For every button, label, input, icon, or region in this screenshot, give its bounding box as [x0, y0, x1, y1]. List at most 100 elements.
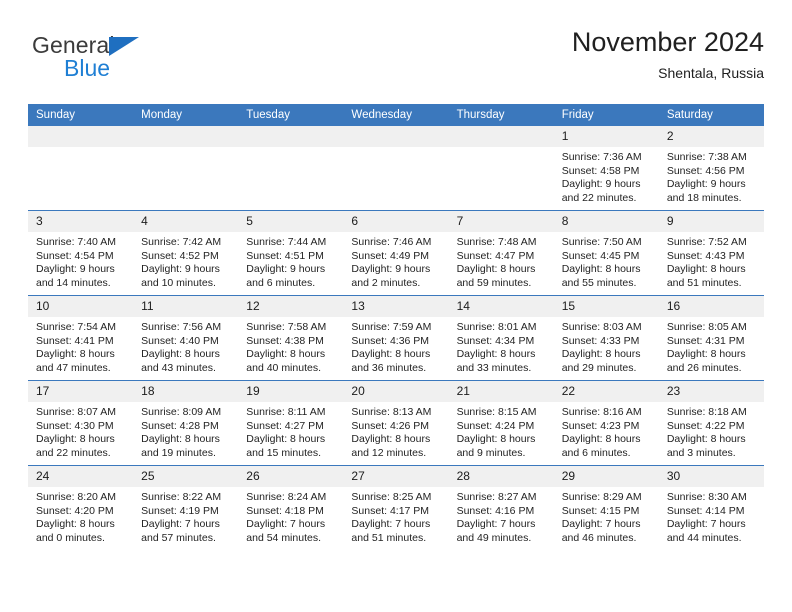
- sun-info: Sunrise: 8:29 AM Sunset: 4:15 PM Daylight:…: [554, 487, 659, 545]
- sun-info: Sunrise: 8:15 AM Sunset: 4:24 PM Daylight:…: [449, 402, 554, 460]
- weekday-header-tuesday: Tuesday: [238, 104, 344, 126]
- sunset-text: Sunset: 4:28 PM: [141, 419, 219, 432]
- daylight-text-line2: and 51 minutes.: [666, 276, 742, 289]
- calendar-day-cell[interactable]: 14 Sunrise: 8:01 AM Sunset: 4:34 PM Dayligh…: [448, 295, 554, 381]
- calendar-day-cell[interactable]: 1 Sunrise: 7:36 AM Sunset: 4:58 PM Daylight…: [553, 126, 659, 211]
- sunrise-text: Sunrise: 8:15 AM: [456, 406, 537, 418]
- day-number: 19: [238, 381, 344, 402]
- sunrise-text: Sunrise: 8:18 AM: [666, 406, 747, 418]
- sunset-text: Sunset: 4:24 PM: [456, 419, 535, 432]
- calendar-day-cell[interactable]: 9 Sunrise: 7:52 AM Sunset: 4:43 PM Daylight…: [658, 210, 764, 296]
- calendar-day-cell[interactable]: 13 Sunrise: 7:59 AM Sunset: 4:36 PM Dayligh…: [343, 295, 449, 381]
- daylight-text-line1: Daylight: 8 hours: [561, 433, 641, 446]
- sunrise-text: Sunrise: 8:22 AM: [141, 491, 222, 503]
- sunrise-text: Sunrise: 7:56 AM: [141, 321, 222, 333]
- daylight-text-line1: Daylight: 8 hours: [561, 263, 641, 276]
- page-subtitle: Shentala, Russia: [658, 65, 764, 81]
- sunrise-text: Sunrise: 7:36 AM: [561, 151, 642, 163]
- daylight-text-line2: and 18 minutes.: [666, 191, 742, 204]
- calendar-day-cell[interactable]: 27 Sunrise: 8:25 AM Sunset: 4:17 PM Dayligh…: [343, 465, 449, 550]
- calendar-day-cell[interactable]: 12 Sunrise: 7:58 AM Sunset: 4:38 PM Dayligh…: [238, 295, 344, 381]
- day-number: [133, 126, 239, 147]
- sunrise-text: Sunrise: 7:59 AM: [351, 321, 432, 333]
- calendar-day-cell[interactable]: 5 Sunrise: 7:44 AM Sunset: 4:51 PM Daylight…: [238, 210, 344, 296]
- daylight-text-line1: Daylight: 9 hours: [246, 263, 326, 276]
- calendar-day-cell[interactable]: 2 Sunrise: 7:38 AM Sunset: 4:56 PM Daylight…: [658, 126, 764, 211]
- daylight-text-line2: and 6 minutes.: [246, 276, 316, 289]
- day-number: 24: [28, 466, 134, 487]
- sunset-text: Sunset: 4:23 PM: [561, 419, 640, 432]
- daylight-text-line2: and 29 minutes.: [561, 361, 637, 374]
- day-number: 13: [343, 296, 449, 317]
- sunset-text: Sunset: 4:19 PM: [141, 504, 219, 517]
- sun-info: Sunrise: 8:18 AM Sunset: 4:22 PM Daylight:…: [659, 402, 764, 460]
- sunset-text: Sunset: 4:20 PM: [36, 504, 114, 517]
- daylight-text-line1: Daylight: 8 hours: [666, 433, 746, 446]
- daylight-text-line2: and 9 minutes.: [456, 446, 526, 459]
- sunset-text: Sunset: 4:45 PM: [561, 249, 640, 262]
- calendar-day-cell[interactable]: 3 Sunrise: 7:40 AM Sunset: 4:54 PM Daylight…: [28, 210, 134, 296]
- calendar-day-cell[interactable]: 17 Sunrise: 8:07 AM Sunset: 4:30 PM Dayligh…: [28, 380, 134, 466]
- calendar-day-cell[interactable]: 7 Sunrise: 7:48 AM Sunset: 4:47 PM Daylight…: [448, 210, 554, 296]
- daylight-text-line2: and 3 minutes.: [666, 446, 736, 459]
- sunset-text: Sunset: 4:31 PM: [666, 334, 745, 347]
- calendar-day-cell[interactable]: 16 Sunrise: 8:05 AM Sunset: 4:31 PM Dayligh…: [658, 295, 764, 381]
- calendar-day-cell[interactable]: 30 Sunrise: 8:30 AM Sunset: 4:14 PM Dayligh…: [658, 465, 764, 550]
- daylight-text-line1: Daylight: 7 hours: [351, 518, 431, 531]
- weekday-header-sunday: Sunday: [28, 104, 134, 126]
- day-number: 20: [343, 381, 449, 402]
- calendar-day-cell[interactable]: 24 Sunrise: 8:20 AM Sunset: 4:20 PM Dayligh…: [28, 465, 134, 550]
- calendar-day-cell[interactable]: 10 Sunrise: 7:54 AM Sunset: 4:41 PM Dayligh…: [28, 295, 134, 381]
- calendar-day-cell[interactable]: 29 Sunrise: 8:29 AM Sunset: 4:15 PM Dayligh…: [553, 465, 659, 550]
- day-number: 17: [28, 381, 134, 402]
- sun-info: Sunrise: 8:05 AM Sunset: 4:31 PM Daylight:…: [659, 317, 764, 375]
- sunrise-text: Sunrise: 7:44 AM: [246, 236, 327, 248]
- calendar-day-cell[interactable]: 19 Sunrise: 8:11 AM Sunset: 4:27 PM Dayligh…: [238, 380, 344, 466]
- calendar-day-cell[interactable]: 25 Sunrise: 8:22 AM Sunset: 4:19 PM Dayligh…: [133, 465, 239, 550]
- sunset-text: Sunset: 4:27 PM: [246, 419, 324, 432]
- daylight-text-line1: Daylight: 9 hours: [561, 178, 641, 191]
- sun-info: Sunrise: 7:42 AM Sunset: 4:52 PM Daylight:…: [133, 232, 238, 290]
- calendar-day-cell[interactable]: 23 Sunrise: 8:18 AM Sunset: 4:22 PM Dayligh…: [658, 380, 764, 466]
- sun-info: Sunrise: 7:59 AM Sunset: 4:36 PM Daylight:…: [343, 317, 448, 375]
- sunset-text: Sunset: 4:30 PM: [36, 419, 114, 432]
- calendar-day-cell[interactable]: 8 Sunrise: 7:50 AM Sunset: 4:45 PM Daylight…: [553, 210, 659, 296]
- calendar-week-row: 24 Sunrise: 8:20 AM Sunset: 4:20 PM Dayligh…: [28, 465, 764, 550]
- daylight-text-line1: Daylight: 9 hours: [36, 263, 115, 276]
- sunrise-text: Sunrise: 8:09 AM: [141, 406, 222, 418]
- sunset-text: Sunset: 4:17 PM: [351, 504, 430, 517]
- calendar-day-cell[interactable]: 15 Sunrise: 8:03 AM Sunset: 4:33 PM Dayligh…: [553, 295, 659, 381]
- calendar-day-cell[interactable]: 20 Sunrise: 8:13 AM Sunset: 4:26 PM Dayligh…: [343, 380, 449, 466]
- calendar-cell-empty: [343, 126, 449, 211]
- sunrise-text: Sunrise: 8:27 AM: [456, 491, 537, 503]
- sun-info: Sunrise: 8:30 AM Sunset: 4:14 PM Daylight:…: [659, 487, 764, 545]
- calendar-day-cell[interactable]: 22 Sunrise: 8:16 AM Sunset: 4:23 PM Dayligh…: [553, 380, 659, 466]
- sunrise-text: Sunrise: 7:50 AM: [561, 236, 642, 248]
- daylight-text-line1: Daylight: 7 hours: [561, 518, 641, 531]
- sunrise-text: Sunrise: 7:46 AM: [351, 236, 432, 248]
- day-number: 11: [133, 296, 239, 317]
- calendar-day-cell[interactable]: 6 Sunrise: 7:46 AM Sunset: 4:49 PM Daylight…: [343, 210, 449, 296]
- weekday-header-saturday: Saturday: [658, 104, 764, 126]
- day-number: 30: [658, 466, 764, 487]
- day-number: 6: [343, 211, 449, 232]
- generalblue-logo[interactable]: General Blue: [32, 32, 222, 88]
- sunset-text: Sunset: 4:51 PM: [246, 249, 324, 262]
- calendar-day-cell[interactable]: 11 Sunrise: 7:56 AM Sunset: 4:40 PM Dayligh…: [133, 295, 239, 381]
- daylight-text-line1: Daylight: 8 hours: [36, 518, 115, 531]
- daylight-text-line1: Daylight: 8 hours: [351, 433, 431, 446]
- calendar-day-cell[interactable]: 21 Sunrise: 8:15 AM Sunset: 4:24 PM Dayligh…: [448, 380, 554, 466]
- sunset-text: Sunset: 4:43 PM: [666, 249, 745, 262]
- day-number: 14: [448, 296, 554, 317]
- calendar-week-row: 1 Sunrise: 7:36 AM Sunset: 4:58 PM Daylight…: [28, 126, 764, 211]
- day-number: 26: [238, 466, 344, 487]
- calendar-day-cell[interactable]: 4 Sunrise: 7:42 AM Sunset: 4:52 PM Daylight…: [133, 210, 239, 296]
- daylight-text-line2: and 19 minutes.: [141, 446, 216, 459]
- sunrise-text: Sunrise: 7:52 AM: [666, 236, 747, 248]
- calendar-day-cell[interactable]: 26 Sunrise: 8:24 AM Sunset: 4:18 PM Dayligh…: [238, 465, 344, 550]
- calendar-day-cell[interactable]: 28 Sunrise: 8:27 AM Sunset: 4:16 PM Dayligh…: [448, 465, 554, 550]
- sunrise-text: Sunrise: 8:13 AM: [351, 406, 432, 418]
- page-title: November 2024: [571, 27, 764, 57]
- day-number: 27: [343, 466, 449, 487]
- calendar-day-cell[interactable]: 18 Sunrise: 8:09 AM Sunset: 4:28 PM Dayligh…: [133, 380, 239, 466]
